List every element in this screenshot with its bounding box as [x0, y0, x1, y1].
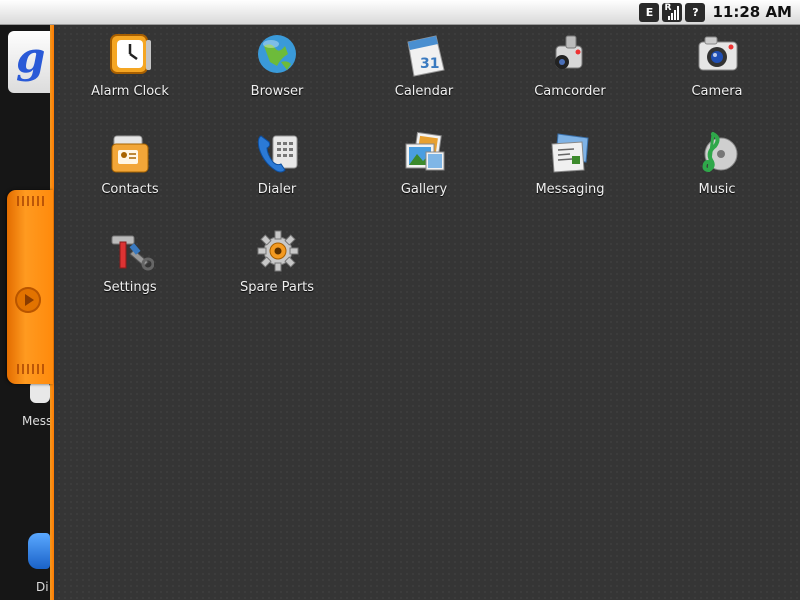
drawer-handle-grip-bottom	[17, 364, 45, 374]
app-label: Calendar	[394, 84, 454, 99]
app-browser[interactable]: Browser	[207, 32, 347, 122]
dialer-home-icon[interactable]	[28, 533, 50, 569]
app-camcorder[interactable]: Camcorder	[500, 32, 640, 122]
drawer-handle-arrow-icon	[15, 287, 41, 313]
google-search-widget[interactable]: g	[8, 31, 54, 93]
home-label-messaging: Mess	[22, 414, 53, 428]
unknown-status-label: ?	[692, 5, 699, 19]
messaging-icon	[551, 133, 589, 173]
app-label: Camcorder	[534, 84, 606, 99]
app-dialer[interactable]: Dialer	[207, 130, 347, 220]
camera-icon	[698, 36, 738, 71]
music-icon	[702, 132, 738, 173]
camcorder-icon	[555, 35, 583, 69]
unknown-status-icon: ?	[685, 2, 706, 22]
app-label: Alarm Clock	[91, 84, 169, 99]
globe-icon	[258, 35, 296, 73]
calendar-icon: 31	[407, 35, 445, 77]
drawer-handle[interactable]	[7, 190, 53, 384]
edge-data-icon: E	[639, 2, 660, 22]
app-label: Browser	[250, 84, 304, 99]
gallery-icon	[405, 131, 445, 171]
app-spare-parts[interactable]: Spare Parts	[207, 228, 347, 318]
app-label: Dialer	[257, 182, 297, 197]
drawer-handle-grip-top	[17, 196, 45, 206]
status-bar: E R ? 11:28 AM	[0, 0, 800, 25]
gear-icon	[257, 230, 299, 272]
app-gallery[interactable]: Gallery	[354, 130, 494, 220]
app-contacts[interactable]: Contacts	[60, 130, 200, 220]
contacts-icon	[111, 135, 149, 173]
status-icons: E R ? 11:28 AM	[639, 2, 792, 22]
app-label: Gallery	[400, 182, 448, 197]
app-label: Messaging	[535, 182, 605, 197]
app-calendar[interactable]: 31 Calendar	[354, 32, 494, 122]
app-camera[interactable]: Camera	[647, 32, 787, 122]
app-music[interactable]: Music	[647, 130, 787, 220]
status-clock: 11:28 AM	[712, 3, 792, 21]
app-label: Music	[698, 182, 736, 197]
app-label: Contacts	[101, 182, 159, 197]
app-label: Camera	[691, 84, 743, 99]
messaging-home-icon[interactable]	[30, 381, 50, 403]
app-settings[interactable]: Settings	[60, 228, 200, 318]
home-label-dialer: Di	[36, 580, 49, 594]
app-messaging[interactable]: Messaging	[500, 130, 640, 220]
app-alarm-clock[interactable]: Alarm Clock	[60, 32, 200, 122]
alarm-clock-icon	[110, 34, 151, 74]
edge-data-label: E	[645, 5, 654, 19]
signal-roaming-icon: R	[662, 2, 683, 22]
phone-icon	[257, 135, 298, 173]
calendar-date: 31	[420, 56, 439, 72]
google-g-icon: g	[16, 33, 46, 82]
settings-icon	[111, 235, 154, 271]
app-label: Settings	[103, 280, 157, 295]
app-label: Spare Parts	[239, 280, 315, 295]
